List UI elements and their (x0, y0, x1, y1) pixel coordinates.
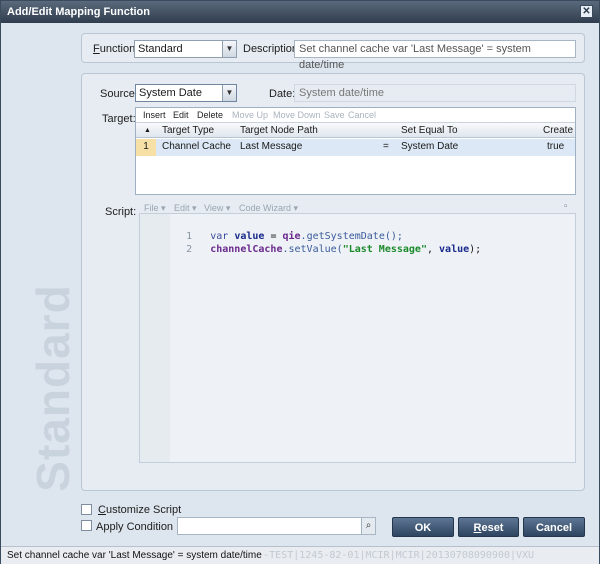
date-field: System date/time (294, 84, 576, 102)
row-number: 1 (136, 139, 156, 156)
background-status-text: nkLogic-TEST|1245-82-01|MCIR|MCIR|201307… (221, 550, 535, 561)
column-set-equal-to[interactable]: Set Equal To (401, 123, 458, 138)
save-button[interactable]: Save (324, 108, 345, 122)
status-message: Set channel cache var 'Last Message' = s… (7, 550, 264, 561)
status-bar: nkLogic-TEST|1245-82-01|MCIR|MCIR|201307… (1, 546, 599, 564)
maximize-icon[interactable]: ▫ (564, 201, 568, 212)
table-row[interactable]: 1 Channel Cache Last Message = System Da… (136, 139, 575, 156)
close-icon[interactable]: ✕ (580, 5, 593, 18)
cell-create: true (547, 141, 565, 152)
column-target-type[interactable]: Target Type (162, 123, 214, 138)
cell-target-type: Channel Cache (162, 141, 231, 152)
chevron-down-icon[interactable]: ▼ (222, 41, 236, 57)
edit-button[interactable]: Edit (173, 108, 189, 122)
target-grid-toolbar: Insert Edit Delete Move Up Move Down Sav… (136, 108, 575, 122)
apply-condition-checkbox[interactable] (81, 520, 92, 531)
cell-set-equal-to: System Date (401, 141, 459, 152)
customize-script-label: Customize Script (98, 504, 182, 516)
function-select-value: Standard (138, 43, 183, 55)
dialog-titlebar: Add/Edit Mapping Function (1, 1, 599, 23)
condition-field[interactable]: ⌕ (177, 517, 376, 535)
source-label: Source: (100, 88, 138, 100)
function-select[interactable]: Standard ▼ (134, 40, 237, 58)
move-down-button[interactable]: Move Down (273, 108, 321, 122)
function-label: Function: (93, 43, 139, 55)
script-label: Script: (105, 206, 137, 218)
reset-button[interactable]: Reset (458, 517, 519, 537)
search-icon[interactable]: ⌕ (361, 518, 375, 534)
target-grid: Insert Edit Delete Move Up Move Down Sav… (135, 107, 576, 195)
dialog-title: Add/Edit Mapping Function (7, 6, 150, 18)
source-select[interactable]: System Date ▼ (135, 84, 237, 102)
column-create[interactable]: Create (543, 123, 573, 138)
apply-condition-label: Apply Condition (96, 521, 174, 533)
sort-icon[interactable]: ▲ (144, 123, 151, 138)
cancel-edit-button[interactable]: Cancel (348, 108, 376, 122)
ok-button[interactable]: OK (392, 517, 454, 537)
date-value: System date/time (299, 87, 384, 99)
target-label: Target: (102, 113, 136, 125)
source-select-value: System Date (139, 87, 202, 99)
cell-target-node-path: Last Message (240, 141, 303, 152)
cell-operator: = (383, 141, 389, 152)
delete-button[interactable]: Delete (197, 108, 223, 122)
column-target-node-path[interactable]: Target Node Path (240, 123, 318, 138)
customize-script-checkbox[interactable] (81, 504, 92, 515)
date-label: Date: (269, 88, 296, 100)
mapping-function-dialog: Add/Edit Mapping Function ✕ Standard Fun… (0, 0, 600, 564)
cancel-button[interactable]: Cancel (523, 517, 585, 537)
script-editor[interactable]: 1 var value = qie.getSystemDate(); 2 cha… (139, 213, 576, 463)
chevron-down-icon[interactable]: ▼ (222, 85, 236, 101)
description-field[interactable]: Set channel cache var 'Last Message' = s… (294, 40, 576, 71)
move-up-button[interactable]: Move Up (232, 108, 268, 122)
insert-button[interactable]: Insert (143, 108, 166, 122)
code-line: 2 channelCache.setValue("Last Message", … (186, 244, 482, 255)
watermark-text: Standard (27, 284, 79, 492)
target-grid-header: ▲ Target Type Target Node Path Set Equal… (136, 122, 575, 138)
description-value: Set channel cache var 'Last Message' = s… (299, 43, 531, 71)
description-label: Description: (243, 43, 302, 55)
